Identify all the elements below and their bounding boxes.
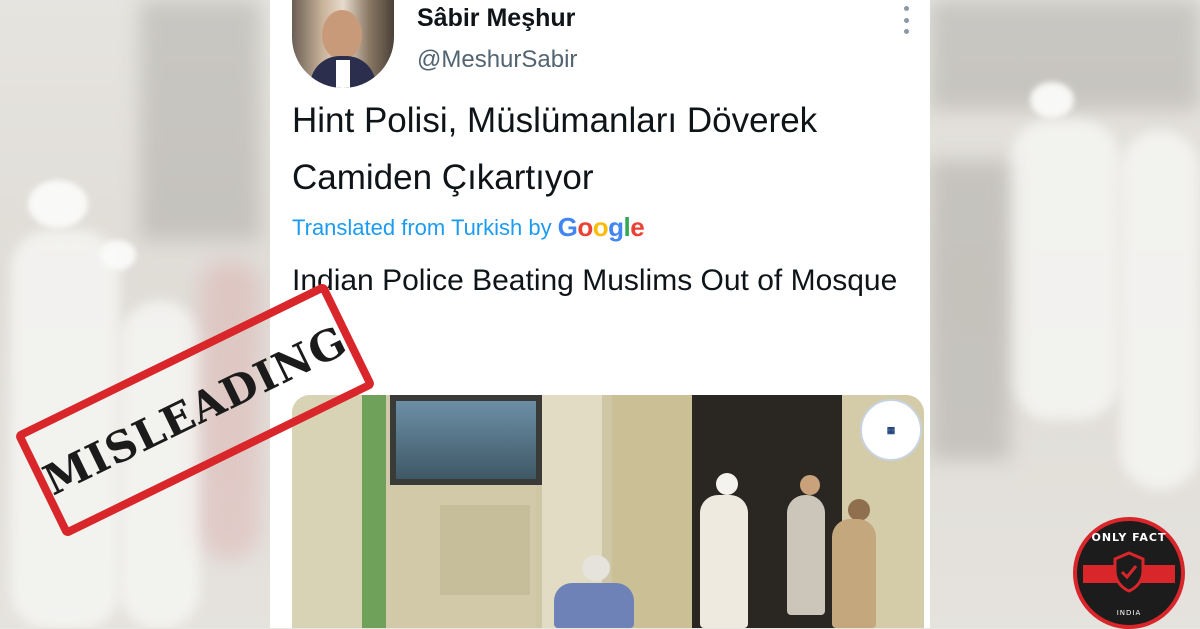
avatar[interactable]	[292, 0, 394, 88]
translated-label: Translated from Turkish by	[292, 214, 552, 240]
translated-by[interactable]: Translated from Turkish by Google	[292, 212, 645, 243]
badge-subtitle: INDIA	[1116, 609, 1142, 617]
shield-check-icon	[1113, 551, 1145, 593]
display-name[interactable]: Sâbir Meşhur	[417, 4, 575, 33]
tweet-text: Hint Polisi, Müslümanları Döverek Camide…	[292, 92, 922, 206]
user-handle[interactable]: @MeshurSabir	[417, 46, 577, 74]
tweet-card: Sâbir Meşhur @MeshurSabir Hint Polisi, M…	[270, 0, 930, 628]
more-vertical-icon[interactable]	[898, 6, 914, 34]
tweet-video[interactable]: ▦	[292, 395, 924, 628]
google-logo: Google	[557, 212, 645, 242]
badge-title: ONLY FACT	[1091, 531, 1167, 544]
window	[390, 395, 542, 485]
only-fact-logo: ONLY FACT INDIA	[1073, 517, 1185, 629]
tweet-text-line: Camiden Çıkartıyor	[292, 158, 594, 197]
translated-text: Indian Police Beating Muslims Out of Mos…	[292, 264, 898, 297]
tweet-text-line: Hint Polisi, Müslümanları Döverek	[292, 101, 818, 140]
background-left	[0, 0, 270, 628]
channel-logo: ▦	[860, 399, 922, 461]
